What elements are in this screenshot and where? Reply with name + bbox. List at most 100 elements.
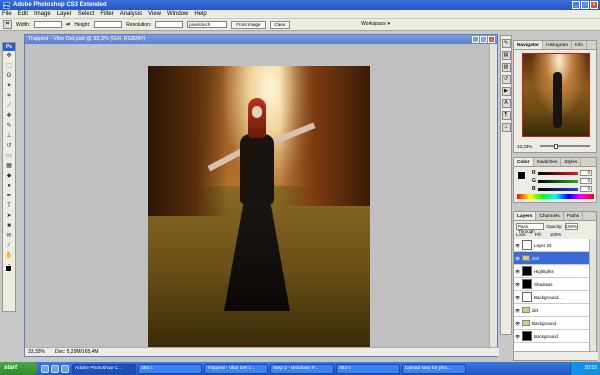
doc-minimize-button[interactable]: _ <box>472 36 479 43</box>
shape-tool-icon[interactable]: ■ <box>4 222 14 231</box>
type-tool-icon[interactable]: T <box>4 202 14 211</box>
task-upload[interactable]: Upload step for pho... <box>402 363 466 374</box>
eyedropper-tool-icon[interactable]: ⁄ <box>4 242 14 251</box>
menu-analysis[interactable]: Analysis <box>120 11 142 17</box>
menu-select[interactable]: Select <box>78 11 95 17</box>
clone-stamp-tool-icon[interactable]: ⊥ <box>4 132 14 141</box>
crop-tool-icon[interactable]: ⌗ <box>3 20 12 29</box>
path-selection-tool-icon[interactable]: ➤ <box>4 212 14 221</box>
move-tool-icon[interactable]: ✥ <box>4 52 14 61</box>
channel-g-value[interactable]: 0 <box>580 178 592 184</box>
menu-filter[interactable]: Filter <box>100 11 113 17</box>
channel-r-value[interactable]: 0 <box>580 170 592 176</box>
eye-icon[interactable]: 👁 <box>515 334 520 339</box>
tab-swatches[interactable]: Swatches <box>534 158 562 166</box>
eye-icon[interactable]: 👁 <box>515 243 520 248</box>
menu-help[interactable]: Help <box>194 11 206 17</box>
lasso-tool-icon[interactable]: ʘ <box>4 72 14 81</box>
task-trapped[interactable]: Trapped - Vitor Del c... <box>204 363 268 374</box>
layer-row[interactable]: 👁 Girl <box>514 252 590 265</box>
eye-icon[interactable]: 👁 <box>515 295 520 300</box>
channel-g-slider[interactable] <box>538 179 578 183</box>
layer-comps-panel-icon[interactable]: ▥ <box>501 63 511 72</box>
tool-presets-panel-icon[interactable]: ▤ <box>501 51 511 60</box>
task-photoshop[interactable]: Adobe Photoshop C... <box>72 363 136 374</box>
layer-row[interactable]: 👁 Highlights <box>514 265 590 278</box>
navigator-zoom[interactable]: 33,33% <box>517 144 532 149</box>
eye-icon[interactable]: 👁 <box>515 269 520 274</box>
layer-row[interactable]: 👁 Layer 33 <box>514 239 590 252</box>
front-image-button[interactable]: Front Image <box>231 20 266 29</box>
crop-tool-icon[interactable]: ⌗ <box>4 92 14 101</box>
brush-tool-icon[interactable]: ✎ <box>4 122 14 131</box>
brushes-panel-icon[interactable]: ✎ <box>501 39 511 48</box>
foreground-color-swatch[interactable] <box>5 265 12 272</box>
eye-icon[interactable]: 👁 <box>515 321 520 326</box>
eye-icon[interactable]: 👁 <box>515 308 520 313</box>
hand-tool-icon[interactable]: ✋ <box>4 252 14 261</box>
opacity-field[interactable]: 100% <box>564 222 578 230</box>
doc-close-button[interactable]: × <box>488 36 495 43</box>
document-size[interactable]: Doc: 5,29M/165,4M <box>55 348 99 356</box>
document-zoom[interactable]: 33,33% <box>28 348 45 356</box>
doc-maximize-button[interactable]: □ <box>480 36 487 43</box>
quick-launch-ie-icon[interactable] <box>41 364 49 373</box>
clone-source-panel-icon[interactable]: ⊥ <box>501 123 511 132</box>
notes-tool-icon[interactable]: ✉ <box>4 232 14 241</box>
slice-tool-icon[interactable]: ⟋ <box>4 102 14 111</box>
clear-button[interactable]: Clear <box>269 20 291 29</box>
canvas-area[interactable] <box>25 44 491 350</box>
tab-styles[interactable]: Styles <box>561 158 582 166</box>
fill-field[interactable]: 100% <box>550 231 562 239</box>
layer-row[interactable]: 👁 Background... <box>514 291 590 304</box>
menu-layer[interactable]: Layer <box>57 11 72 17</box>
menu-file[interactable]: File <box>2 11 12 17</box>
pen-tool-icon[interactable]: ✒ <box>4 192 14 201</box>
navigator-zoom-slider[interactable] <box>540 145 590 147</box>
menu-window[interactable]: Window <box>167 11 188 17</box>
resolution-unit-select[interactable]: pixels/inch <box>187 21 228 28</box>
channel-r-slider[interactable] <box>538 171 578 175</box>
actions-panel-icon[interactable]: ▶ <box>501 87 511 96</box>
history-panel-icon[interactable]: ↺ <box>501 75 511 84</box>
workspace-menu[interactable]: Workspace ▾ <box>361 21 390 27</box>
blur-tool-icon[interactable]: ◆ <box>4 172 14 181</box>
task-383-a[interactable]: 383 c <box>138 363 202 374</box>
channel-b-slider[interactable] <box>538 187 578 191</box>
quick-launch-desktop-icon[interactable] <box>51 364 59 373</box>
tab-color[interactable]: Color <box>514 158 534 166</box>
task-383-b[interactable]: 383 c <box>336 363 400 374</box>
eye-icon[interactable]: 👁 <box>515 282 520 287</box>
layer-row[interactable]: 👁 Background <box>514 330 590 343</box>
color-spectrum[interactable] <box>517 194 594 199</box>
navigator-thumbnail[interactable] <box>522 53 590 137</box>
height-field[interactable] <box>94 21 123 28</box>
navigator-zoom-knob[interactable] <box>554 144 558 149</box>
layer-row[interactable]: 👁 dirt <box>514 304 590 317</box>
marquee-tool-icon[interactable]: ⬚ <box>4 62 14 71</box>
color-foreground-swatch[interactable] <box>517 171 526 180</box>
layers-scrollbar[interactable] <box>589 239 596 351</box>
width-field[interactable] <box>34 21 63 28</box>
canvas-image[interactable] <box>148 66 370 350</box>
menu-edit[interactable]: Edit <box>18 11 28 17</box>
gradient-tool-icon[interactable]: ▦ <box>4 162 14 171</box>
history-brush-tool-icon[interactable]: ↺ <box>4 142 14 151</box>
close-button[interactable]: × <box>590 1 598 9</box>
tab-layers[interactable]: Layers <box>514 212 537 220</box>
tab-channels[interactable]: Channels <box>536 212 564 220</box>
blend-mode-select[interactable]: Pass Through <box>516 222 544 234</box>
task-step2[interactable]: Step 2 - Windows P... <box>270 363 334 374</box>
menu-image[interactable]: Image <box>34 11 51 17</box>
channel-b-value[interactable]: 0 <box>580 186 592 192</box>
tab-info[interactable]: Info <box>572 41 587 49</box>
swap-icon[interactable]: ⇄ <box>66 22 70 28</box>
tab-histogram[interactable]: Histogram <box>543 41 572 49</box>
magic-wand-tool-icon[interactable]: ✦ <box>4 82 14 91</box>
quick-launch-media-icon[interactable] <box>61 364 69 373</box>
healing-brush-tool-icon[interactable]: ✚ <box>4 112 14 121</box>
tab-paths[interactable]: Paths <box>564 212 584 220</box>
start-button[interactable]: start <box>0 362 38 375</box>
menu-view[interactable]: View <box>148 11 161 17</box>
maximize-button[interactable]: □ <box>581 1 589 9</box>
